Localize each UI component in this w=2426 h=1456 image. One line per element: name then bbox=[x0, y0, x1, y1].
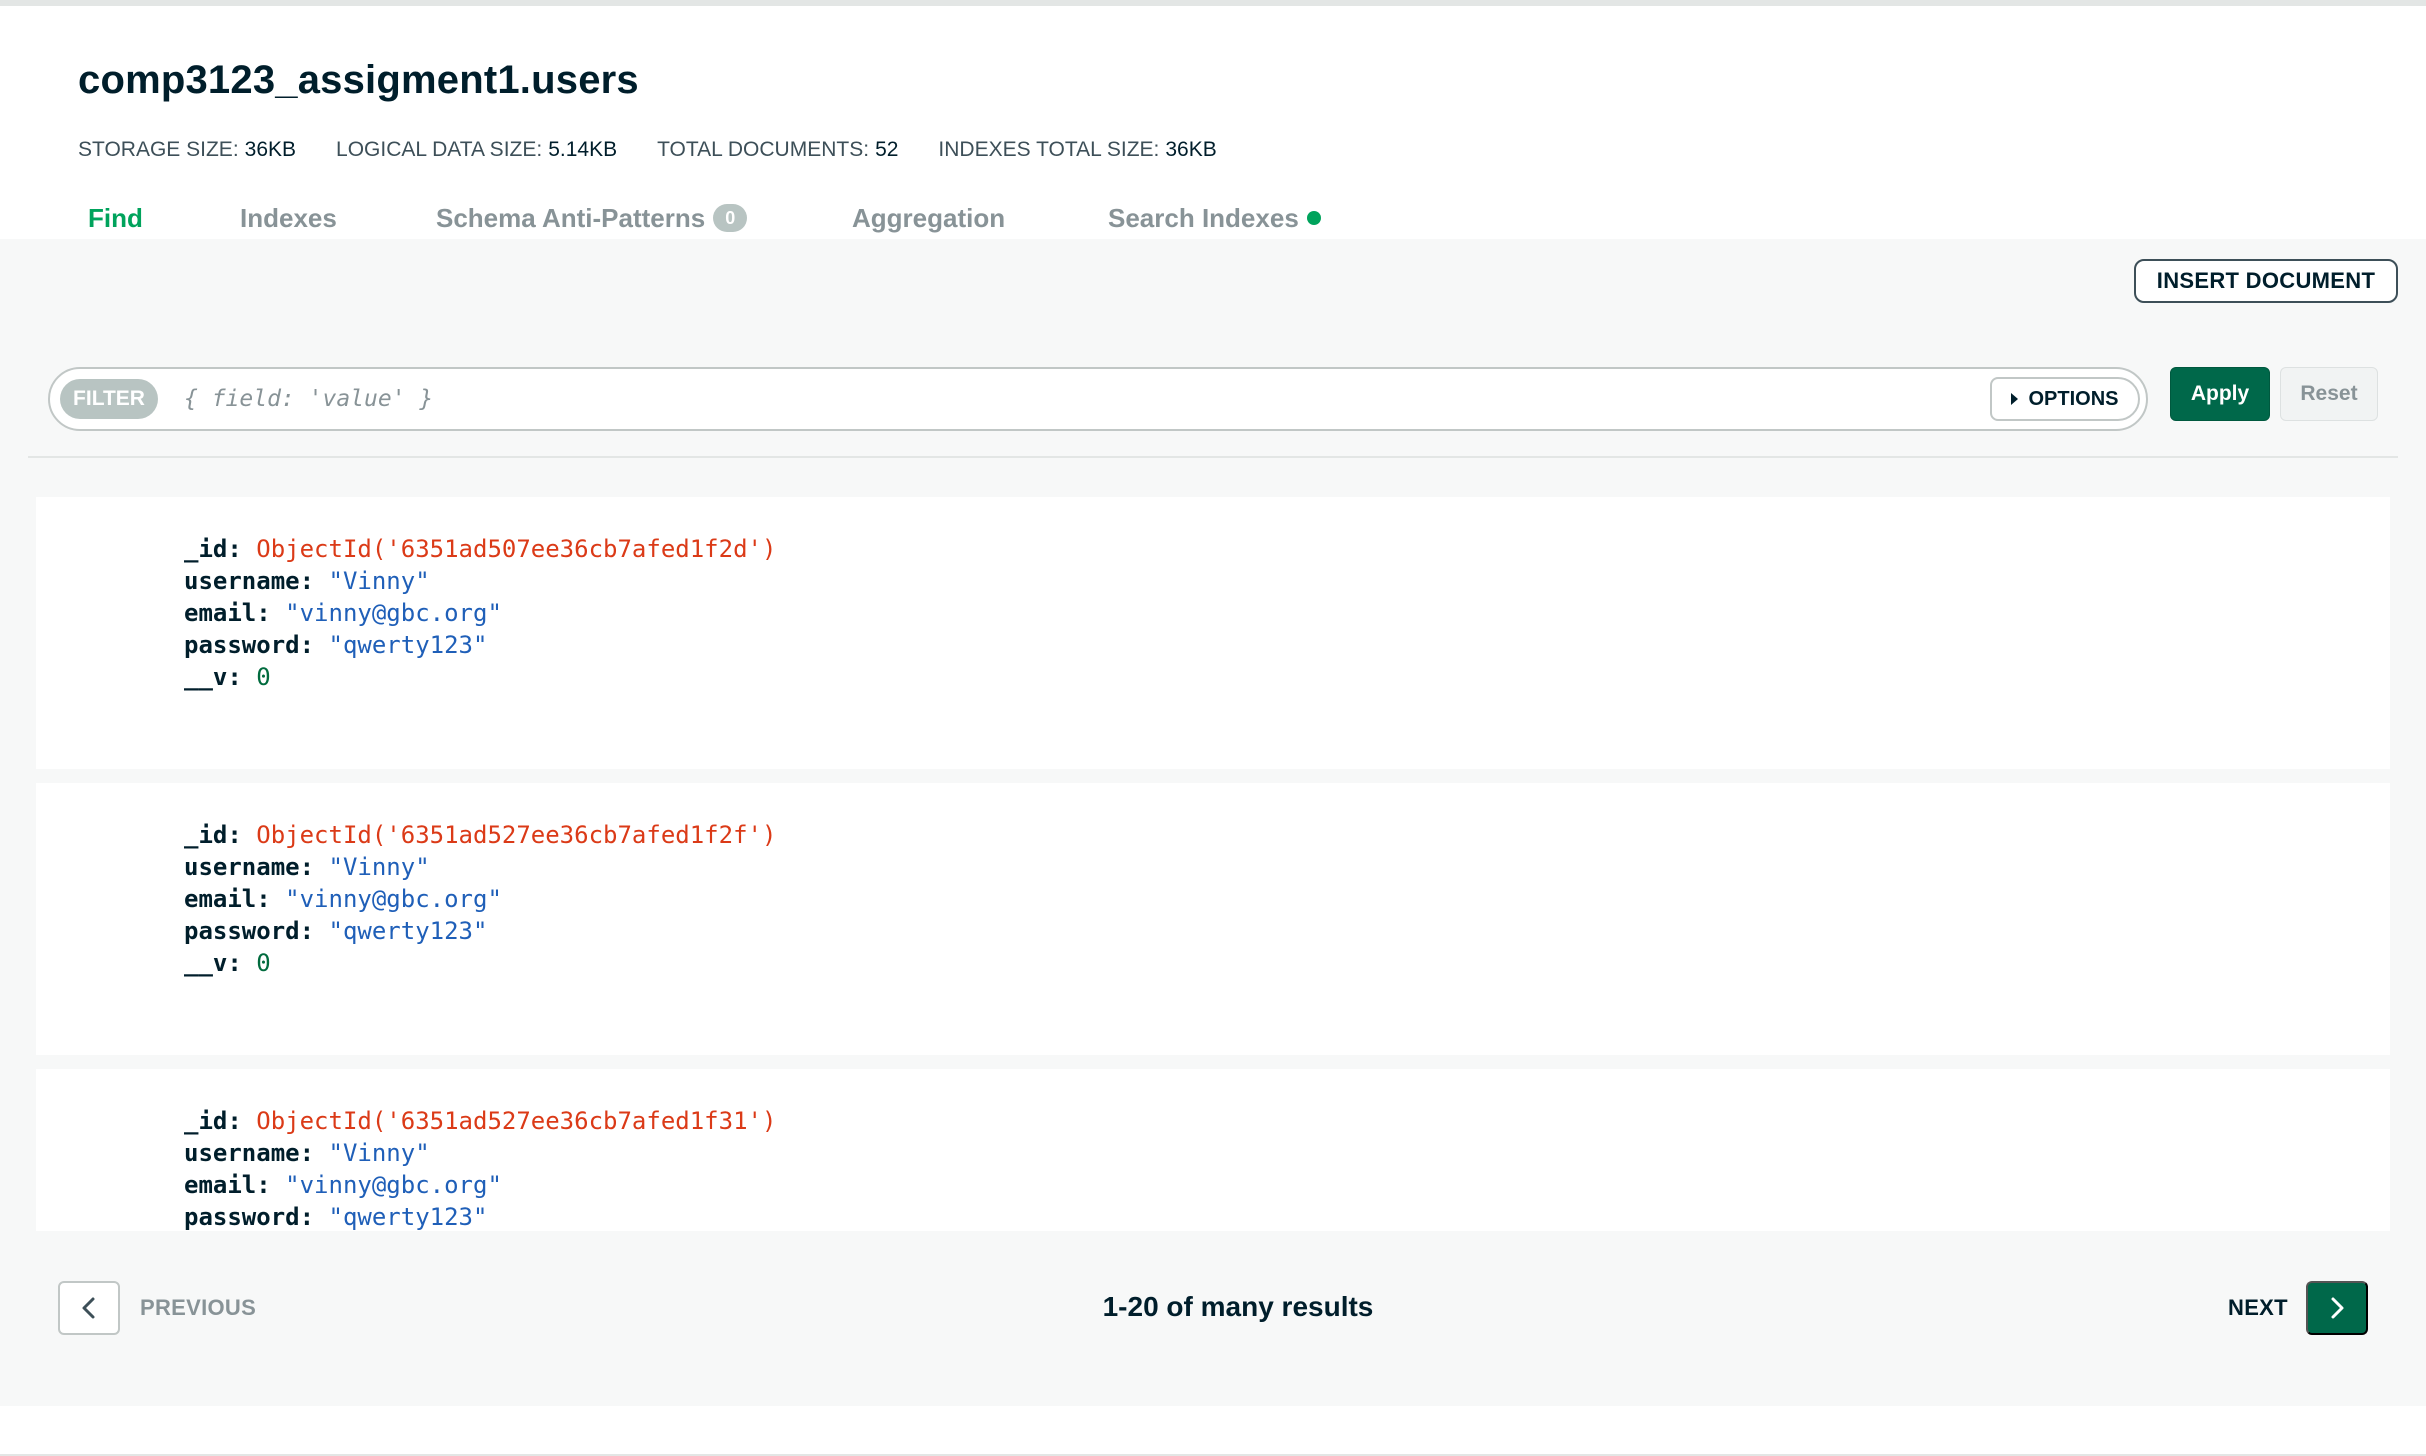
field-id: _id: ObjectId('6351ad527ee36cb7afed1f31'… bbox=[184, 1107, 777, 1135]
collection-header: comp3123_assigment1.users STORAGE SIZE: 3… bbox=[0, 6, 2426, 239]
document-list: _id: ObjectId('6351ad507ee36cb7afed1f2d'… bbox=[36, 497, 2390, 1231]
filter-bar: FILTER OPTIONS bbox=[48, 367, 2148, 431]
document-fields: _id: ObjectId('6351ad527ee36cb7afed1f31'… bbox=[184, 1105, 776, 1231]
schema-count-badge: 0 bbox=[713, 204, 748, 232]
field-password: password: "qwerty123" bbox=[184, 917, 488, 945]
tab-indexes[interactable]: Indexes bbox=[240, 198, 337, 238]
collection-stats: STORAGE SIZE: 36KB LOGICAL DATA SIZE: 5.14… bbox=[78, 138, 1257, 162]
tab-find[interactable]: Find bbox=[88, 198, 143, 238]
field-username: username: "Vinny" bbox=[184, 853, 430, 881]
field-password: password: "qwerty123" bbox=[184, 1203, 488, 1231]
stat-storage-size: STORAGE SIZE: 36KB bbox=[78, 138, 297, 161]
tab-aggregation[interactable]: Aggregation bbox=[852, 198, 1005, 238]
field-username: username: "Vinny" bbox=[184, 1139, 430, 1167]
reset-button[interactable]: Reset bbox=[2280, 367, 2378, 421]
field-email: email: "vinny@gbc.org" bbox=[184, 599, 502, 627]
stat-total-documents: TOTAL DOCUMENTS: 52 bbox=[657, 138, 899, 161]
field-email: email: "vinny@gbc.org" bbox=[184, 885, 502, 913]
field-email: email: "vinny@gbc.org" bbox=[184, 1171, 502, 1199]
options-button[interactable]: OPTIONS bbox=[1990, 377, 2140, 421]
tab-search-indexes[interactable]: Search Indexes bbox=[1108, 198, 1321, 238]
document-card[interactable]: _id: ObjectId('6351ad527ee36cb7afed1f2f'… bbox=[36, 783, 2390, 1055]
stat-logical-data-size: LOGICAL DATA SIZE: 5.14KB bbox=[336, 138, 618, 161]
next-page-button[interactable] bbox=[2306, 1281, 2368, 1335]
chevron-right-icon bbox=[2331, 1297, 2344, 1319]
field-version: __v: 0 bbox=[184, 949, 271, 977]
document-fields: _id: ObjectId('6351ad507ee36cb7afed1f2d'… bbox=[184, 533, 776, 693]
field-id: _id: ObjectId('6351ad507ee36cb7afed1f2d'… bbox=[184, 535, 777, 563]
apply-button[interactable]: Apply bbox=[2170, 367, 2270, 421]
field-username: username: "Vinny" bbox=[184, 567, 430, 595]
document-card[interactable]: _id: ObjectId('6351ad527ee36cb7afed1f31'… bbox=[36, 1069, 2390, 1231]
document-fields: _id: ObjectId('6351ad527ee36cb7afed1f2f'… bbox=[184, 819, 776, 979]
filter-input[interactable] bbox=[184, 375, 2004, 423]
documents-view: INSERT DOCUMENT FILTER OPTIONS Apply Res… bbox=[0, 239, 2426, 1406]
collection-title: comp3123_assigment1.users bbox=[78, 58, 639, 102]
toolbar-divider bbox=[28, 456, 2398, 458]
collection-tabs: Find Indexes Schema Anti-Patterns 0 Aggre… bbox=[0, 198, 2426, 242]
pagination-bar: PREVIOUS 1-20 of many results NEXT bbox=[0, 1231, 2426, 1406]
caret-right-icon bbox=[2011, 393, 2019, 405]
field-id: _id: ObjectId('6351ad527ee36cb7afed1f2f'… bbox=[184, 821, 777, 849]
tab-schema-anti-patterns[interactable]: Schema Anti-Patterns 0 bbox=[436, 198, 748, 238]
status-dot-icon bbox=[1306, 211, 1321, 225]
field-password: password: "qwerty123" bbox=[184, 631, 488, 659]
next-label[interactable]: NEXT bbox=[2228, 1295, 2288, 1321]
filter-label: FILTER bbox=[60, 379, 158, 419]
document-card[interactable]: _id: ObjectId('6351ad507ee36cb7afed1f2d'… bbox=[36, 497, 2390, 769]
insert-document-button[interactable]: INSERT DOCUMENT bbox=[2134, 259, 2398, 303]
field-version: __v: 0 bbox=[184, 663, 271, 691]
results-count: 1-20 of many results bbox=[1102, 1291, 1374, 1322]
stat-indexes-total-size: INDEXES TOTAL SIZE: 36KB bbox=[938, 138, 1217, 161]
